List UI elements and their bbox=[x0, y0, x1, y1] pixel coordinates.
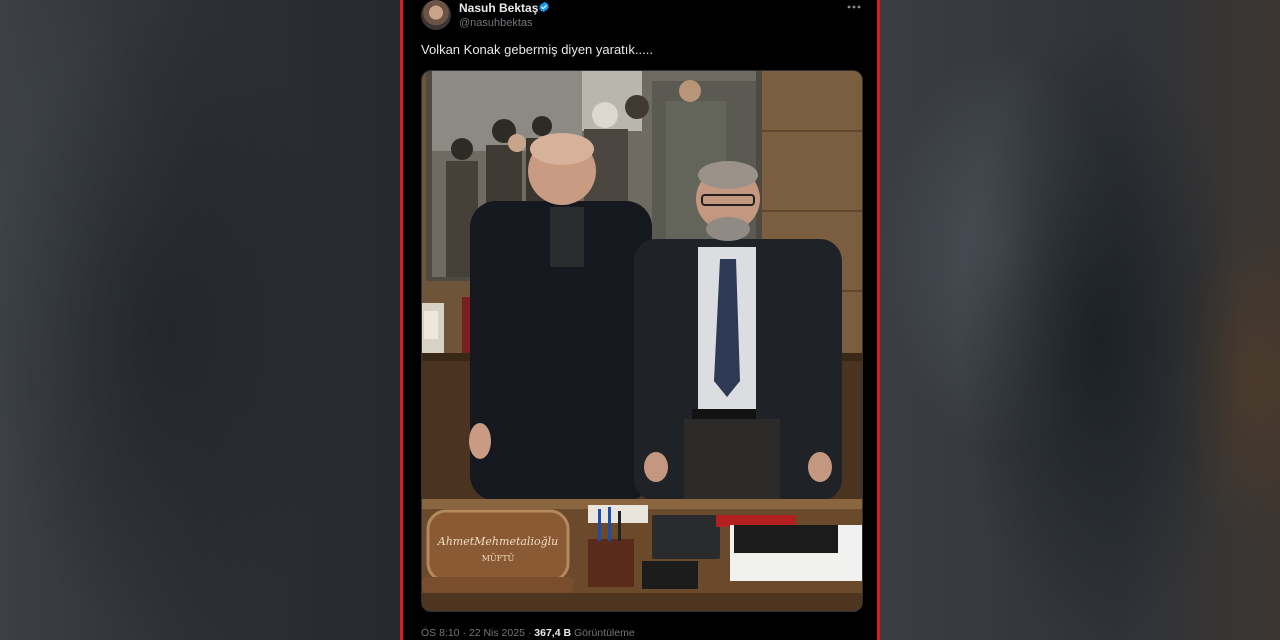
tweet-meta: ÖS 8:10 · 22 Nis 2025 · 367,4 B Görüntül… bbox=[421, 627, 635, 639]
tweet-text: Volkan Konak gebermiş diyen yaratık..... bbox=[421, 42, 653, 57]
desk-nameplate: AhmetMehmetalioğlu MÜFTÜ bbox=[422, 509, 574, 593]
verified-badge-icon bbox=[539, 1, 549, 13]
tweet-time[interactable]: ÖS 8:10 bbox=[421, 627, 460, 639]
blurred-background-left bbox=[0, 0, 400, 640]
more-options-icon[interactable] bbox=[845, 0, 863, 16]
author-avatar[interactable] bbox=[421, 0, 451, 30]
tweet-card: Nasuh Bektaş @nasuhbektas Volkan Konak g… bbox=[400, 0, 880, 640]
meta-separator: · bbox=[527, 627, 532, 639]
meta-separator: · bbox=[462, 627, 466, 639]
views-label: Görüntüleme bbox=[573, 627, 635, 639]
views-count: 367,4 B bbox=[534, 627, 572, 639]
author-display-name[interactable]: Nasuh Bektaş bbox=[459, 1, 538, 15]
tweet-date[interactable]: 22 Nis 2025 bbox=[469, 627, 525, 639]
nameplate-line2: MÜFTÜ bbox=[482, 554, 515, 563]
author-handle[interactable]: @nasuhbektas bbox=[459, 17, 533, 29]
tweet-photo[interactable]: AhmetMehmetalioğlu MÜFTÜ bbox=[421, 70, 863, 612]
nameplate-line1: AhmetMehmetalioğlu bbox=[437, 535, 558, 548]
blurred-background-right bbox=[880, 0, 1280, 640]
